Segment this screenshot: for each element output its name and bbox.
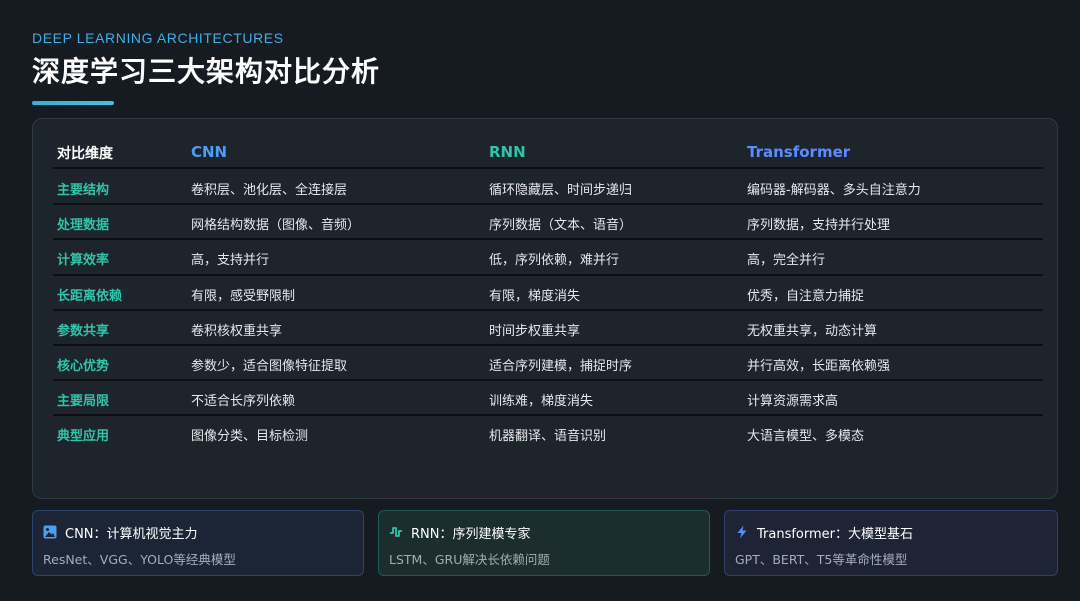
page-subtitle: DEEP LEARNING ARCHITECTURES: [32, 30, 284, 46]
header-cnn: CNN: [191, 143, 228, 161]
row-dimension: 主要结构: [57, 183, 110, 198]
row-rnn: 时间步权重共享: [489, 323, 581, 339]
rnn-summary-card: RNN：序列建模专家 LSTM、GRU解决长依赖问题: [378, 510, 710, 576]
row-dimension: 处理数据: [57, 218, 110, 234]
row-rnn: 循环隐藏层、时间步递归: [489, 183, 633, 198]
row-rnn: 序列数据（文本、语音）: [489, 218, 633, 234]
row-cnn: 网格结构数据（图像、音频）: [191, 218, 361, 234]
cnn-card-title: CNN：计算机视觉主力: [65, 526, 198, 542]
table-row: 参数共享 卷积核权重共享 时间步权重共享 无权重共享，动态计算: [53, 311, 1043, 346]
table-row: 核心优势 参数少，适合图像特征提取 适合序列建模，捕捉时序 并行高效，长距离依赖…: [53, 346, 1043, 382]
row-cnn: 图像分类、目标检测: [191, 429, 309, 445]
row-dimension: 计算效率: [57, 253, 110, 269]
row-rnn: 机器翻译、语音识别: [489, 429, 607, 445]
row-transformer: 序列数据，支持并行处理: [747, 218, 891, 234]
cnn-card-desc: ResNet、VGG、YOLO等经典模型: [43, 552, 236, 567]
row-rnn: 有限，梯度消失: [489, 288, 581, 304]
row-dimension: 参数共享: [57, 323, 110, 339]
row-transformer: 无权重共享，动态计算: [747, 323, 878, 339]
table-row: 主要局限 不适合长序列依赖 训练难，梯度消失 计算资源需求高: [53, 381, 1043, 417]
header-transformer: Transformer: [747, 143, 851, 161]
row-transformer: 编码器-解码器、多头自注意力: [747, 183, 921, 198]
row-dimension: 长距离依赖: [57, 288, 123, 304]
cnn-summary-card: CNN：计算机视觉主力 ResNet、VGG、YOLO等经典模型: [32, 510, 364, 576]
row-cnn: 有限，感受野限制: [191, 288, 296, 304]
header-rnn: RNN: [489, 143, 526, 161]
title-underline: [32, 101, 114, 105]
comparison-table: 对比维度 CNN RNN Transformer 主要结构 卷积层、池化层、全连…: [32, 118, 1058, 499]
rnn-card-desc: LSTM、GRU解决长依赖问题: [389, 552, 550, 567]
table-header: 对比维度 CNN RNN Transformer: [53, 135, 1043, 169]
row-transformer: 计算资源需求高: [747, 394, 839, 410]
header: DEEP LEARNING ARCHITECTURES 深度学习三大架构对比分析: [32, 30, 380, 90]
row-cnn: 卷积核权重共享: [191, 323, 283, 339]
row-rnn: 训练难，梯度消失: [489, 394, 594, 410]
row-cnn: 参数少，适合图像特征提取: [191, 358, 348, 374]
row-transformer: 大语言模型、多模态: [747, 429, 865, 445]
row-dimension: 典型应用: [57, 429, 110, 445]
table-row: 长距离依赖 有限，感受野限制 有限，梯度消失 优秀，自注意力捕捉: [53, 276, 1043, 311]
row-transformer: 并行高效，长距离依赖强: [747, 358, 891, 374]
transformer-card-title: Transformer：大模型基石: [757, 526, 914, 542]
wave-icon: [390, 527, 402, 537]
row-transformer: 优秀，自注意力捕捉: [747, 288, 865, 304]
row-cnn: 卷积层、池化层、全连接层: [191, 183, 348, 198]
row-cnn: 高，支持并行: [191, 253, 270, 269]
row-rnn: 低，序列依赖，难并行: [489, 253, 620, 269]
table-body: 主要结构 卷积层、池化层、全连接层 循环隐藏层、时间步递归 编码器-解码器、多头…: [53, 170, 1043, 452]
image-icon: [43, 525, 57, 539]
row-dimension: 核心优势: [57, 358, 110, 374]
table-row: 典型应用 图像分类、目标检测 机器翻译、语音识别 大语言模型、多模态: [53, 416, 1043, 451]
table-row: 处理数据 网格结构数据（图像、音频） 序列数据（文本、语音） 序列数据，支持并行…: [53, 205, 1043, 241]
row-rnn: 适合序列建模，捕捉时序: [489, 358, 633, 374]
row-transformer: 高，完全并行: [747, 253, 826, 269]
row-cnn: 不适合长序列依赖: [191, 394, 296, 410]
rnn-card-title: RNN：序列建模专家: [411, 526, 531, 542]
table-row: 计算效率 高，支持并行 低，序列依赖，难并行 高，完全并行: [53, 240, 1043, 276]
transformer-card-desc: GPT、BERT、T5等革命性模型: [735, 552, 908, 567]
row-dimension: 主要局限: [57, 394, 110, 410]
table-row: 主要结构 卷积层、池化层、全连接层 循环隐藏层、时间步递归 编码器-解码器、多头…: [53, 170, 1043, 206]
transformer-summary-card: Transformer：大模型基石 GPT、BERT、T5等革命性模型: [724, 510, 1058, 576]
page-title: 深度学习三大架构对比分析: [32, 55, 381, 88]
lightning-icon: [737, 525, 747, 539]
header-dimension: 对比维度: [57, 146, 113, 162]
